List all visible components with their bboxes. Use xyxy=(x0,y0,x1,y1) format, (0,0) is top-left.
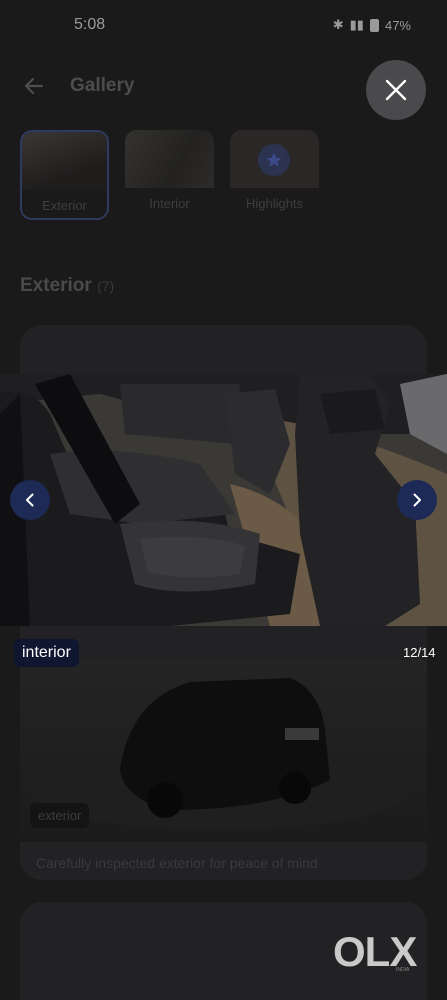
tab-label: Interior xyxy=(149,196,190,211)
back-button[interactable] xyxy=(20,72,48,100)
section-title: Exterior (7) xyxy=(20,275,114,297)
battery-level: 47% xyxy=(384,17,411,33)
status-time: 5:08 xyxy=(74,16,106,33)
previous-image-button[interactable] xyxy=(10,480,50,520)
close-button[interactable] xyxy=(366,60,426,120)
interior-image xyxy=(0,374,447,626)
tab-thumbnail xyxy=(230,130,319,188)
olx-logo-sub: INDIA xyxy=(396,967,410,973)
tab-exterior[interactable]: Exterior xyxy=(20,130,109,220)
battery-icon xyxy=(369,18,379,32)
status-bar: 5:08 ✱ ▮▮ 47% xyxy=(0,0,447,50)
viewer-photo[interactable] xyxy=(0,374,447,626)
tab-interior[interactable]: Interior xyxy=(125,130,214,220)
chevron-right-icon xyxy=(413,493,421,507)
tab-thumbnail xyxy=(125,130,214,188)
chevron-left-icon xyxy=(26,493,34,507)
page-title: Gallery xyxy=(70,75,135,96)
close-icon xyxy=(385,79,407,101)
status-icons: ✱ ▮▮ 47% xyxy=(333,17,411,33)
section-title-text: Exterior xyxy=(20,275,92,296)
bluetooth-icon: ✱ xyxy=(332,17,344,32)
gallery-tabs: Exterior Interior Highlights xyxy=(20,130,319,220)
tab-thumbnail xyxy=(22,132,107,190)
image-counter: 12/14 xyxy=(403,645,436,660)
star-icon xyxy=(258,144,290,176)
section-count: (7) xyxy=(97,278,115,294)
back-arrow-icon xyxy=(24,77,44,95)
tab-label: Exterior xyxy=(42,198,87,213)
next-image-button[interactable] xyxy=(397,480,437,520)
tab-label: Highlights xyxy=(245,196,304,211)
signal-icon: ▮▮ xyxy=(349,17,364,32)
photo-badge: exterior xyxy=(30,803,90,828)
photo-category-label: interior xyxy=(14,639,79,667)
photo-caption: Carefully inspected exterior for peace o… xyxy=(36,855,318,871)
tab-highlights[interactable]: Highlights xyxy=(230,130,319,220)
